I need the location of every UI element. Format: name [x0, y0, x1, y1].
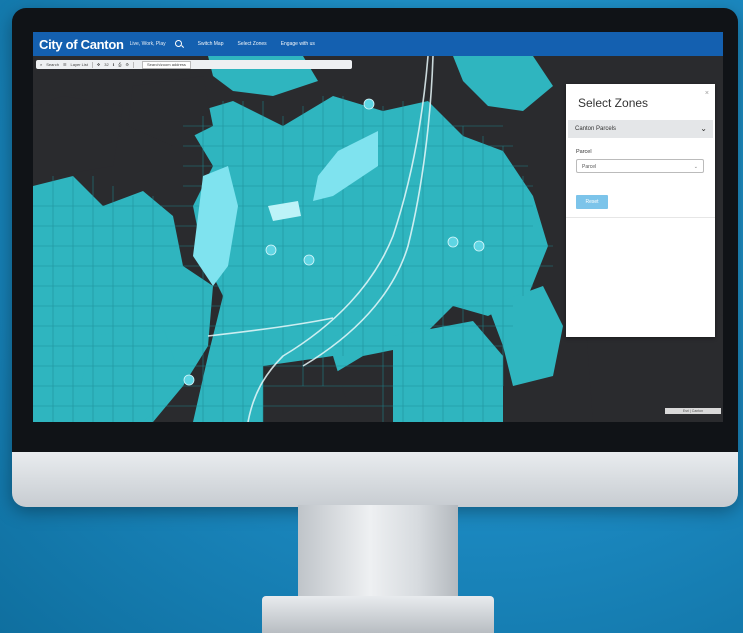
monitor-chin	[12, 452, 738, 507]
toolbar-search[interactable]: Search	[46, 62, 59, 67]
app-brand[interactable]: City of Canton	[39, 37, 124, 52]
reset-button[interactable]: Reset	[576, 195, 608, 209]
toolbar-search-icon[interactable]: ⌕	[40, 62, 42, 67]
nav-engage[interactable]: Engage with us	[281, 41, 315, 47]
map-attribution[interactable]: Esri | Canton	[665, 408, 721, 414]
address-search-input[interactable]: Search/zoom address	[142, 60, 191, 69]
move-icon[interactable]: ✥	[97, 62, 100, 67]
panel-title: Select Zones	[578, 96, 649, 110]
print-icon[interactable]: ⎙	[118, 62, 121, 67]
parcel-select[interactable]: Parcel ⌄	[576, 159, 704, 173]
close-icon[interactable]: ×	[705, 90, 709, 97]
layers-icon[interactable]: ☰	[63, 62, 67, 67]
zoom-level[interactable]: 32	[104, 62, 108, 67]
select-zones-panel: Select Zones × Canton Parcels ⌄ Parcel P…	[566, 84, 715, 337]
map-marker	[303, 254, 315, 266]
map-marker	[447, 236, 459, 248]
field-label: Parcel	[576, 149, 592, 155]
monitor-stand-base	[262, 596, 494, 633]
layer-dropdown[interactable]: Canton Parcels ⌄	[568, 120, 713, 138]
nav-select-zones[interactable]: Select Zones	[238, 41, 267, 47]
panel-divider	[566, 217, 715, 218]
parcel-select-value: Parcel	[582, 164, 597, 170]
screen: City of Canton Live, Work, Play Switch M…	[33, 32, 723, 422]
nav-switch-map[interactable]: Switch Map	[198, 41, 224, 47]
map-marker	[183, 374, 195, 386]
info-icon[interactable]: ℹ	[113, 62, 115, 67]
settings-icon[interactable]: ⚙	[125, 62, 129, 67]
monitor-stand	[298, 505, 458, 600]
app-tagline: Live, Work, Play	[129, 41, 166, 47]
map-marker	[363, 98, 375, 110]
toolbar-layer-list[interactable]: Layer List	[71, 62, 88, 67]
search-icon[interactable]	[174, 39, 184, 49]
toolbar-divider	[133, 61, 135, 68]
map-toolbar: ⌕ Search ☰ Layer List ✥ 32 ℹ ⎙ ⚙ Search/…	[36, 60, 352, 69]
map-marker	[265, 244, 277, 256]
map-marker	[473, 240, 485, 252]
dark-void-2	[33, 96, 123, 176]
chevron-down-icon: ⌄	[693, 164, 698, 170]
layer-dropdown-label: Canton Parcels	[575, 126, 617, 132]
toolbar-divider	[91, 61, 93, 68]
app-header: City of Canton Live, Work, Play Switch M…	[33, 32, 723, 56]
chevron-down-icon: ⌄	[700, 124, 707, 133]
